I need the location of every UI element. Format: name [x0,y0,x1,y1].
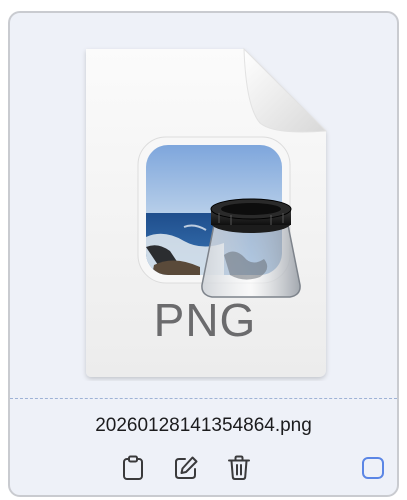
select-checkbox[interactable] [362,457,384,479]
clipboard-icon [123,455,143,480]
file-actions [10,453,397,489]
copy-button[interactable] [118,453,148,483]
edit-button[interactable] [171,453,201,483]
delete-button[interactable] [224,453,254,483]
file-card[interactable]: PNG 20260128141354864.png [8,11,399,497]
file-extension-label: PNG [153,294,257,346]
trash-icon [228,455,250,480]
pencil-square-icon [175,456,198,479]
file-preview: PNG [10,13,397,397]
divider [10,398,397,399]
file-name: 20260128141354864.png [95,415,312,436]
